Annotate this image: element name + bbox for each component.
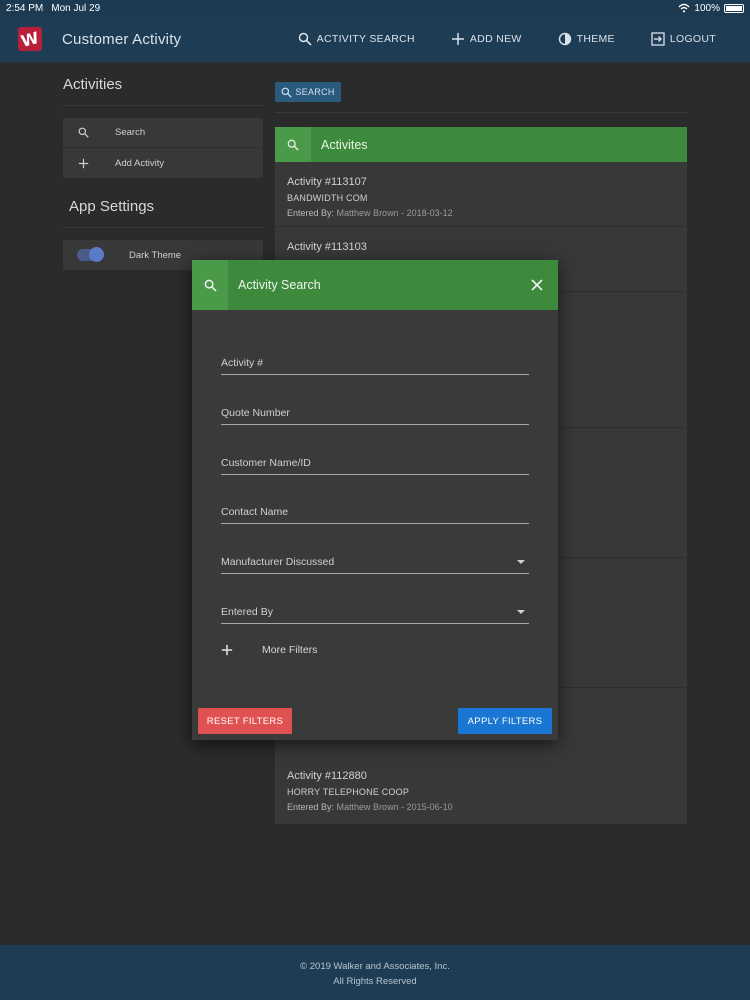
activity-entered-by: Entered By: Matthew Brown - 2018-03-12 (287, 208, 675, 218)
chevron-down-icon (517, 610, 525, 614)
entered-by-value: Matthew Brown - 2018-03-12 (336, 208, 453, 218)
search-icon[interactable] (275, 127, 311, 162)
apply-filters-button[interactable]: APPLY FILTERS (458, 708, 552, 734)
sidebar-item-add-activity[interactable]: Add Activity (63, 148, 263, 178)
divider (275, 112, 687, 113)
search-icon (63, 127, 103, 138)
logo-icon[interactable]: W (18, 27, 42, 51)
field-label: Customer Name/ID (221, 457, 311, 469)
quote-number-field[interactable]: Quote Number (221, 399, 529, 425)
status-time: 2:54 PM (6, 2, 44, 14)
logout-icon (651, 32, 665, 46)
app-title: Customer Activity (62, 30, 182, 48)
activity-number: Activity #113107 (287, 176, 367, 188)
nav-theme-label: THEME (576, 33, 615, 45)
manufacturer-select[interactable]: Manufacturer Discussed (221, 548, 529, 574)
plus-icon (221, 644, 233, 656)
plus-icon (451, 33, 464, 45)
activities-header: Activites (275, 127, 687, 162)
dark-theme-toggle[interactable] (77, 247, 104, 262)
nav-logout-label: LOGOUT (669, 33, 716, 45)
app-settings-heading: App Settings (63, 182, 263, 228)
battery-percent: 100% (694, 2, 720, 14)
status-date: Mon Jul 29 (51, 2, 101, 14)
nav-logout[interactable]: LOGOUT (651, 32, 716, 46)
nav-activity-search[interactable]: ACTIVITY SEARCH (298, 32, 415, 46)
wifi-icon (678, 3, 690, 13)
activity-customer: HORRY TELEPHONE COOP (287, 787, 410, 797)
activities-title: Activites (321, 137, 368, 152)
footer: © 2019 Walker and Associates, Inc. All R… (0, 945, 750, 1000)
nav-activity-search-label: ACTIVITY SEARCH (316, 33, 415, 45)
sidebar-menu: Search Add Activity (63, 118, 263, 178)
activity-search-dialog: Activity Search Activity # Quote Number … (192, 260, 558, 740)
search-icon (298, 32, 312, 46)
close-icon[interactable] (530, 278, 544, 292)
field-label: Manufacturer Discussed (221, 556, 335, 568)
top-nav: ACTIVITY SEARCH ADD NEW THEME LOGOUT (298, 32, 716, 46)
dialog-title: Activity Search (238, 278, 321, 292)
search-icon (281, 87, 293, 98)
activity-number: Activity #112880 (287, 770, 367, 782)
dark-theme-label: Dark Theme (129, 249, 182, 261)
sidebar-item-search[interactable]: Search (63, 118, 263, 148)
plus-icon (63, 158, 103, 169)
field-label: Quote Number (221, 407, 290, 419)
nav-theme[interactable]: THEME (558, 32, 615, 46)
search-icon (192, 260, 228, 310)
entered-by-value: Matthew Brown - 2015-06-10 (336, 802, 453, 812)
search-button[interactable]: SEARCH (275, 82, 341, 102)
footer-copyright: © 2019 Walker and Associates, Inc. (300, 961, 450, 972)
sidebar-item-label: Search (115, 127, 146, 138)
field-label: Contact Name (221, 506, 289, 518)
entered-by-select[interactable]: Entered By (221, 598, 529, 624)
status-right: 100% (678, 3, 744, 14)
activity-entered-by: Entered By: Matthew Brown - 2015-06-10 (287, 802, 675, 812)
activity-number-field[interactable]: Activity # (221, 349, 529, 375)
activity-number: Activity #113103 (287, 241, 367, 253)
field-label: Activity # (221, 357, 264, 369)
footer-rights: All Rights Reserved (333, 976, 417, 987)
dialog-header: Activity Search (192, 260, 558, 310)
entered-by-label: Entered By: (287, 208, 335, 218)
app-bar: W Customer Activity ACTIVITY SEARCH ADD … (0, 16, 750, 62)
nav-add-new[interactable]: ADD NEW (451, 32, 522, 46)
entered-by-label: Entered By: (287, 802, 335, 812)
list-item[interactable]: Activity #112880 HORRY TELEPHONE COOP En… (275, 756, 687, 824)
theme-icon (558, 32, 571, 46)
list-item[interactable]: Activity #113107 BANDWIDTH COM Entered B… (275, 162, 687, 227)
sidebar-item-label: Add Activity (115, 157, 165, 169)
battery-icon (724, 3, 744, 13)
nav-add-new-label: ADD NEW (469, 33, 522, 45)
sidebar-heading: Activities (63, 62, 263, 106)
search-button-label: SEARCH (295, 87, 335, 97)
sidebar: Activities Search Add Activity App Setti… (63, 62, 263, 270)
contact-name-field[interactable]: Contact Name (221, 498, 529, 524)
more-filters-label: More Filters (262, 644, 318, 656)
more-filters-button[interactable]: More Filters (221, 644, 317, 656)
reset-filters-button[interactable]: RESET FILTERS (198, 708, 292, 734)
chevron-down-icon (517, 560, 525, 564)
field-label: Entered By (221, 606, 273, 618)
status-bar: 2:54 PM Mon Jul 29 100% (0, 0, 750, 16)
activity-customer: BANDWIDTH COM (287, 193, 368, 203)
customer-name-field[interactable]: Customer Name/ID (221, 449, 529, 475)
